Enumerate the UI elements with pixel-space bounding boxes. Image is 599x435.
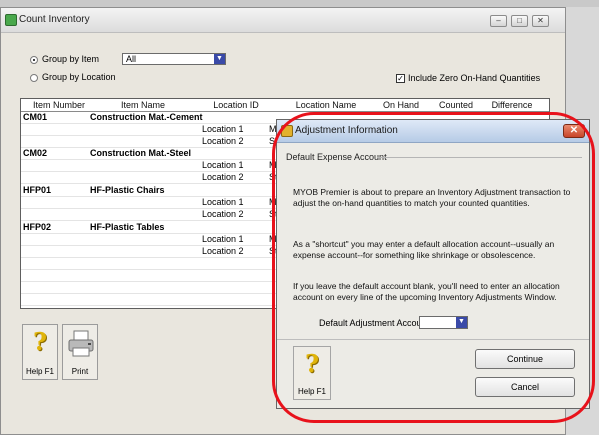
- location-id: Location 1: [202, 160, 244, 170]
- col-location-name: Location Name: [295, 100, 357, 110]
- default-account-label: Default Adjustment Account:: [319, 318, 432, 328]
- item-name: Construction Mat.-Cement: [90, 112, 203, 122]
- location-id: Location 2: [202, 209, 244, 219]
- item-name: Construction Mat.-Steel: [90, 148, 192, 158]
- desktop-strip: [0, 0, 599, 7]
- intro-paragraph: MYOB Premier is about to prepare an Inve…: [293, 187, 571, 208]
- item-name: HF-Plastic Tables: [90, 222, 165, 232]
- default-account-select[interactable]: ▼: [419, 316, 468, 329]
- grid-header: Item Number Item Name Location ID Locati…: [21, 99, 549, 112]
- item-number: CM01: [23, 112, 48, 122]
- bottom-toolbar: ? Help F1 Print: [20, 321, 104, 383]
- section-divider: [377, 157, 582, 158]
- maximize-icon[interactable]: □: [511, 15, 528, 27]
- group-by-location-label[interactable]: Group by Location: [42, 72, 116, 82]
- location-id: Location 2: [202, 246, 244, 256]
- minimize-icon[interactable]: –: [490, 15, 507, 27]
- item-number: CM02: [23, 148, 48, 158]
- location-id: Location 2: [202, 172, 244, 182]
- help-icon: ?: [304, 349, 320, 378]
- col-item-number: Item Number: [32, 100, 85, 110]
- location-id: Location 2: [202, 136, 244, 146]
- include-zero-label[interactable]: Include Zero On-Hand Quantities: [408, 73, 540, 83]
- location-id: Location 1: [202, 234, 244, 244]
- dialog-titlebar: Adjustment Information ✕: [277, 120, 589, 143]
- dialog-help-label: Help F1: [297, 387, 326, 396]
- item-name: HF-Plastic Chairs: [90, 185, 165, 195]
- section-title: Default Expense Account: [286, 152, 387, 162]
- cancel-button[interactable]: Cancel: [475, 377, 575, 397]
- adjustment-information-dialog: Adjustment Information ✕ Default Expense…: [276, 119, 590, 409]
- dialog-app-icon: [281, 125, 293, 137]
- print-button[interactable]: Print: [62, 324, 98, 380]
- item-filter-select[interactable]: All ▼: [122, 53, 226, 65]
- include-zero-checkbox[interactable]: ✓: [396, 74, 405, 83]
- window-titlebar: Count Inventory – □ ✕: [1, 8, 565, 33]
- help-icon: ?: [32, 327, 48, 356]
- col-item-name: Item Name: [120, 100, 165, 110]
- item-number: HFP01: [23, 185, 52, 195]
- window-title: Count Inventory: [19, 14, 90, 25]
- print-label: Print: [71, 367, 89, 376]
- dropdown-arrow-icon[interactable]: ▼: [456, 317, 467, 328]
- group-by-item-label[interactable]: Group by Item: [42, 54, 99, 64]
- dialog-title: Adjustment Information: [295, 125, 398, 136]
- group-by-location-radio[interactable]: [30, 74, 38, 82]
- col-on-hand: On Hand: [382, 100, 420, 110]
- col-counted: Counted: [438, 100, 474, 110]
- app-icon: [5, 14, 17, 26]
- location-id: Location 1: [202, 124, 244, 134]
- dropdown-arrow-icon[interactable]: ▼: [214, 54, 225, 64]
- help-button[interactable]: ? Help F1: [22, 324, 58, 380]
- col-location-id: Location ID: [213, 100, 259, 110]
- continue-button[interactable]: Continue: [475, 349, 575, 369]
- close-icon[interactable]: ✕: [532, 15, 549, 27]
- dialog-help-button[interactable]: ? Help F1: [293, 346, 331, 400]
- item-filter-value: All: [126, 54, 137, 64]
- printer-icon: [68, 330, 94, 357]
- dialog-close-icon[interactable]: ✕: [563, 124, 585, 138]
- location-id: Location 1: [202, 197, 244, 207]
- shortcut-paragraph: As a "shortcut" you may enter a default …: [293, 239, 555, 260]
- item-number: HFP02: [23, 222, 52, 232]
- dialog-footer-divider: [277, 339, 589, 340]
- help-label: Help F1: [25, 367, 54, 376]
- col-difference: Difference: [491, 100, 533, 110]
- blank-account-paragraph: If you leave the default account blank, …: [293, 281, 560, 302]
- group-by-item-radio[interactable]: [30, 56, 38, 64]
